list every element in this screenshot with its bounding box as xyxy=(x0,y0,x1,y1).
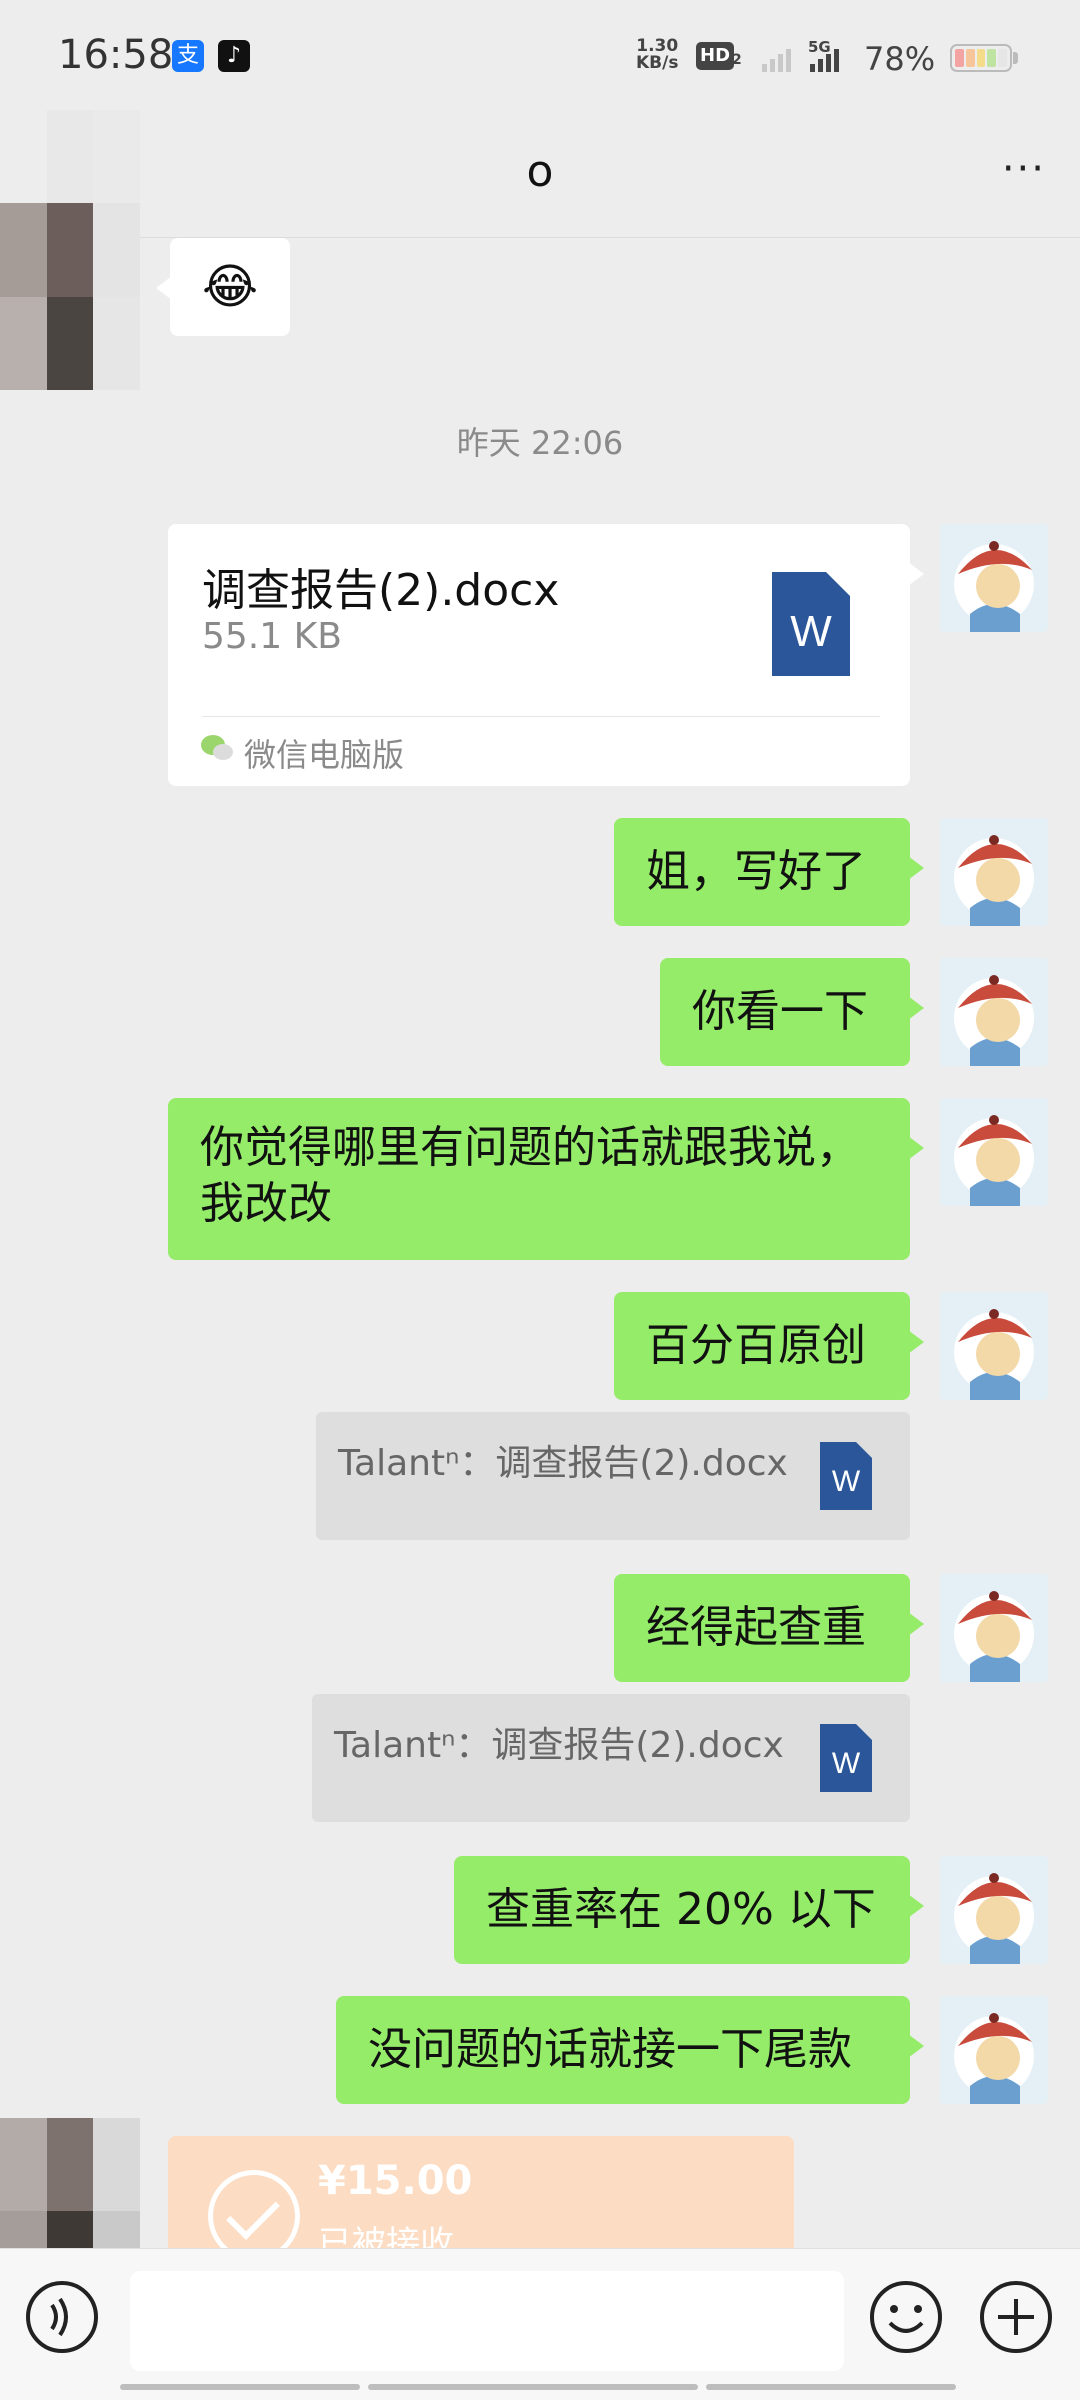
my-avatar[interactable] xyxy=(940,818,1048,926)
input-bar xyxy=(0,2248,1080,2400)
file-name: 调查报告(2).docx xyxy=(202,565,560,616)
signal-icon-sim1 xyxy=(762,40,791,72)
avatar-illustration xyxy=(954,1591,1034,1682)
transfer-amount: ¥15.00 xyxy=(318,2158,473,2204)
my-avatar[interactable] xyxy=(940,958,1048,1066)
my-avatar[interactable] xyxy=(940,1098,1048,1206)
hd-badge: HD xyxy=(696,42,735,70)
tiktok-icon: ♪ xyxy=(218,40,250,72)
word-file-icon: W xyxy=(820,1724,872,1792)
battery-percent: 78% xyxy=(864,40,936,78)
more-icon[interactable]: ··· xyxy=(1002,146,1046,192)
avatar-illustration xyxy=(954,541,1034,632)
avatar-illustration xyxy=(954,1115,1034,1206)
chat-header: ‹ o ··· xyxy=(0,110,1080,238)
word-file-icon: W xyxy=(772,572,850,676)
status-time: 16:58 xyxy=(58,32,174,78)
network-speed: 1.30 KB/s xyxy=(636,38,678,72)
file-divider xyxy=(202,716,880,717)
file-message-card[interactable]: 调查报告(2).docx 55.1 KB W 微信电脑版 xyxy=(168,524,924,786)
wechat-icon xyxy=(201,735,233,760)
sent-message-1[interactable]: 姐，写好了 xyxy=(614,818,924,926)
quoted-text: Talantⁿ：调查报告(2).docx xyxy=(338,1443,788,1484)
avatar-illustration xyxy=(954,1873,1034,1964)
avatar-illustration xyxy=(954,2013,1034,2104)
battery-icon xyxy=(950,44,1012,72)
quoted-text: Talantⁿ：调查报告(2).docx xyxy=(334,1725,784,1766)
avatar-illustration xyxy=(954,835,1034,926)
message-timestamp: 昨天 22:06 xyxy=(456,424,624,462)
contact-avatar[interactable] xyxy=(0,110,140,390)
my-avatar[interactable] xyxy=(940,1996,1048,2104)
my-avatar[interactable] xyxy=(940,524,1048,632)
network-speed-unit: KB/s xyxy=(636,53,679,73)
my-avatar[interactable] xyxy=(940,1292,1048,1400)
file-size: 55.1 KB xyxy=(202,616,342,657)
gesture-bar xyxy=(0,2384,1080,2394)
emoji-icon[interactable] xyxy=(868,2279,944,2355)
sent-message-2[interactable]: 你看一下 xyxy=(660,958,924,1066)
hd-sub: 2 xyxy=(732,52,742,68)
sent-message-5[interactable]: 经得起查重 xyxy=(614,1574,924,1682)
sent-message-6[interactable]: 查重率在 20% 以下 xyxy=(454,1856,924,1964)
avatar-illustration xyxy=(954,1309,1034,1400)
sent-message-3[interactable]: 你觉得哪里有问题的话就跟我说，我改改 xyxy=(168,1098,924,1260)
sent-message-4[interactable]: 百分百原创 xyxy=(614,1292,924,1400)
quoted-reply-2[interactable]: Talantⁿ：调查报告(2).docx W xyxy=(312,1694,910,1822)
file-source: 微信电脑版 xyxy=(244,736,405,774)
plus-icon[interactable] xyxy=(978,2279,1054,2355)
signal-icon-sim2 xyxy=(810,48,839,72)
my-avatar[interactable] xyxy=(940,1574,1048,1682)
quoted-reply-1[interactable]: Talantⁿ：调查报告(2).docx W xyxy=(316,1412,910,1540)
battery-tip xyxy=(1013,52,1018,64)
word-file-icon: W xyxy=(820,1442,872,1510)
sent-message-7[interactable]: 没问题的话就接一下尾款 xyxy=(336,1996,924,2104)
message-input[interactable] xyxy=(130,2271,844,2371)
emoji-message[interactable]: 😂 xyxy=(156,238,290,336)
voice-icon[interactable] xyxy=(22,2277,102,2357)
avatar-illustration xyxy=(954,975,1034,1066)
alipay-icon: 支 xyxy=(172,40,204,72)
my-avatar[interactable] xyxy=(940,1856,1048,1964)
chat-title: o xyxy=(526,146,554,197)
status-bar: 16:58 支 ♪ 1.30 KB/s HD 2 5G 78% xyxy=(0,0,1080,110)
